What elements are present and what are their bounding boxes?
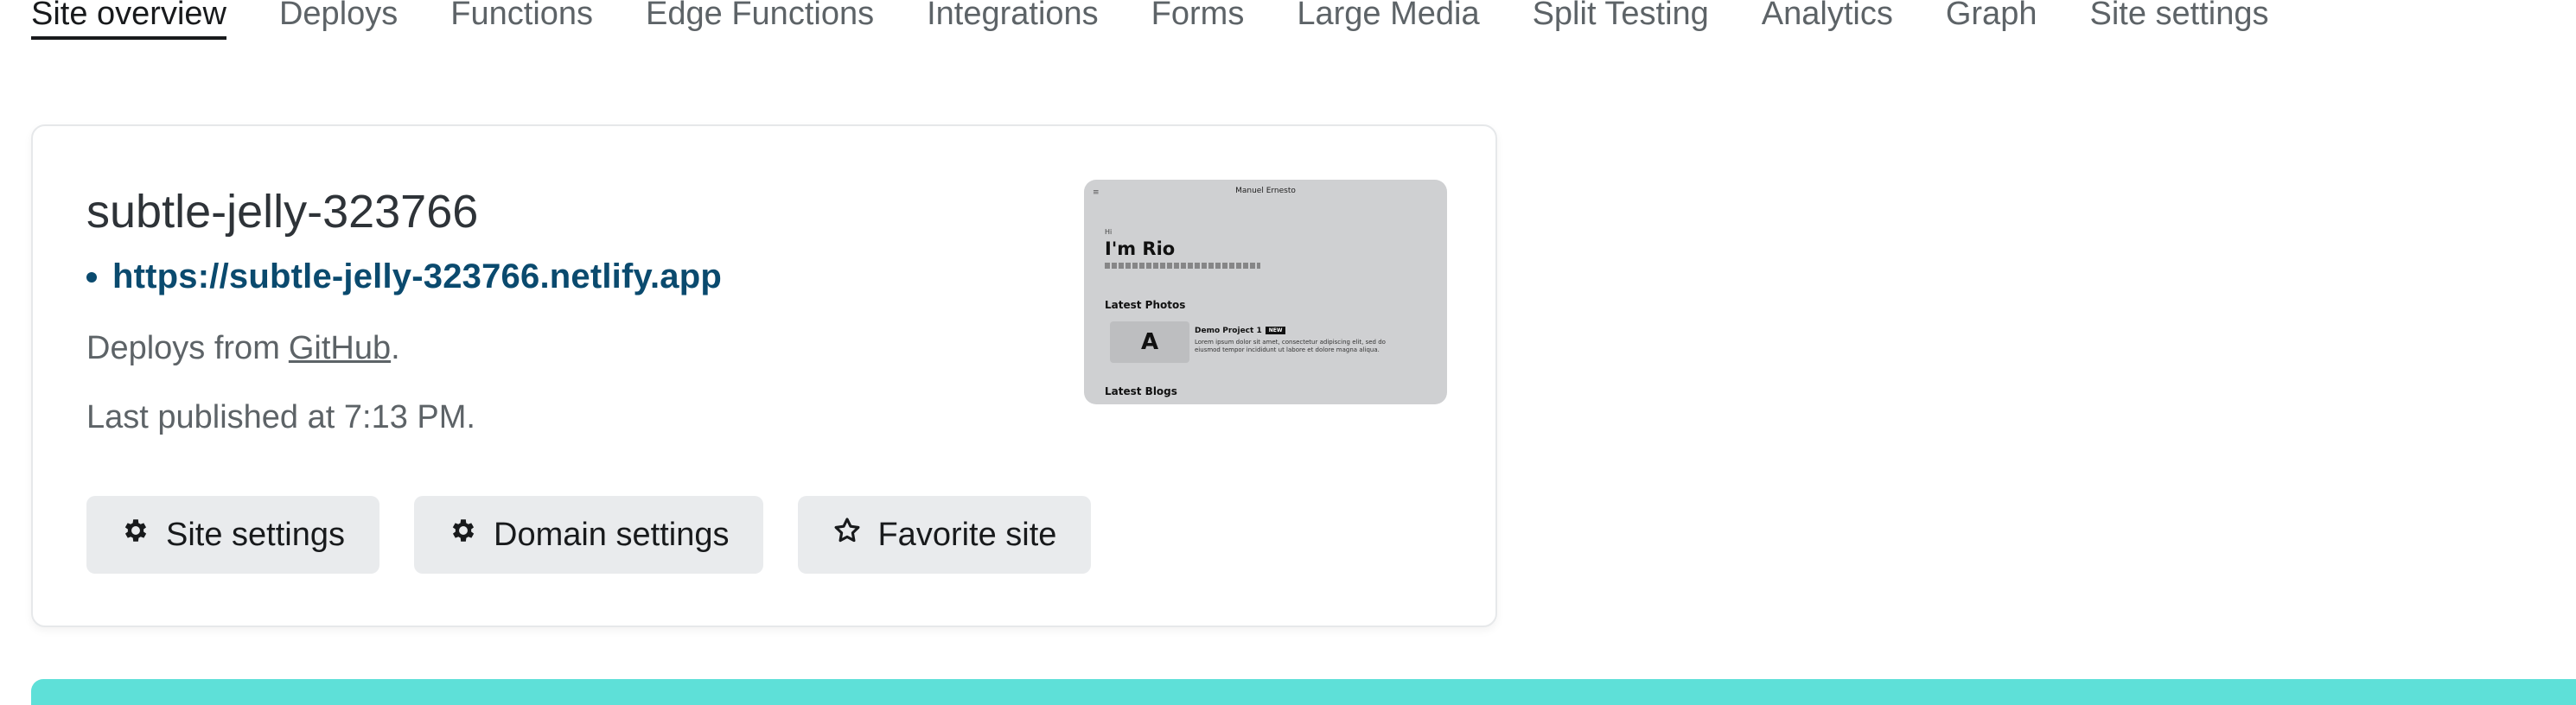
tab-graph[interactable]: Graph xyxy=(1946,0,2037,40)
site-overview-card: subtle-jelly-323766 https://subtle-jelly… xyxy=(31,124,1497,627)
site-url-row: https://subtle-jelly-323766.netlify.app xyxy=(86,257,722,296)
tab-deploys[interactable]: Deploys xyxy=(279,0,398,40)
domain-settings-label: Domain settings xyxy=(494,516,730,553)
site-name: subtle-jelly-323766 xyxy=(86,186,479,238)
tab-site-settings[interactable]: Site settings xyxy=(2089,0,2268,40)
preview-latest-photos: Latest Photos xyxy=(1105,299,1186,311)
site-settings-button[interactable]: Site settings xyxy=(86,496,379,574)
accent-banner xyxy=(31,679,2576,705)
favorite-site-button[interactable]: Favorite site xyxy=(798,496,1092,574)
favorite-site-label: Favorite site xyxy=(877,516,1057,553)
deploys-suffix: . xyxy=(391,330,400,366)
tab-site-overview[interactable]: Site overview xyxy=(31,0,226,40)
preview-project-title-text: Demo Project 1 xyxy=(1195,327,1262,335)
star-icon xyxy=(832,516,862,554)
bullet xyxy=(86,271,97,283)
tab-edge-functions[interactable]: Edge Functions xyxy=(646,0,874,40)
site-settings-label: Site settings xyxy=(166,516,345,553)
preview-subtitle-placeholder xyxy=(1105,263,1260,269)
tab-forms[interactable]: Forms xyxy=(1151,0,1245,40)
site-preview-thumbnail[interactable]: ≡ Manuel Ernesto Hi I'm Rio Latest Photo… xyxy=(1084,180,1447,404)
preview-latest-blogs: Latest Blogs xyxy=(1105,385,1177,397)
site-url-link[interactable]: https://subtle-jelly-323766.netlify.app xyxy=(112,257,722,296)
last-published-text: Last published at 7:13 PM. xyxy=(86,399,475,435)
site-actions: Site settings Domain settings Favorite s… xyxy=(86,496,1092,574)
preview-author: Manuel Ernesto xyxy=(1235,187,1296,195)
domain-settings-button[interactable]: Domain settings xyxy=(414,496,764,574)
deploys-from-text: Deploys from GitHub. xyxy=(86,330,400,367)
preview-title: I'm Rio xyxy=(1105,238,1176,259)
tab-analytics[interactable]: Analytics xyxy=(1762,0,1893,40)
preview-project-logo: A xyxy=(1110,321,1189,363)
gear-icon xyxy=(449,516,478,554)
deploys-source-link[interactable]: GitHub xyxy=(289,330,391,366)
gear-icon xyxy=(121,516,150,554)
tab-integrations[interactable]: Integrations xyxy=(927,0,1099,40)
tab-functions[interactable]: Functions xyxy=(450,0,593,40)
tab-large-media[interactable]: Large Media xyxy=(1297,0,1479,40)
deploys-prefix: Deploys from xyxy=(86,330,280,366)
preview-greeting: Hi xyxy=(1105,228,1113,236)
tab-split-testing[interactable]: Split Testing xyxy=(1533,0,1709,40)
preview-project-text: Lorem ipsum dolor sit amet, consectetur … xyxy=(1195,339,1386,353)
site-nav-tabs: Site overview Deploys Functions Edge Fun… xyxy=(31,0,2268,40)
preview-project-title: Demo Project 1 NEW xyxy=(1195,327,1286,335)
preview-project-badge: NEW xyxy=(1265,327,1286,334)
